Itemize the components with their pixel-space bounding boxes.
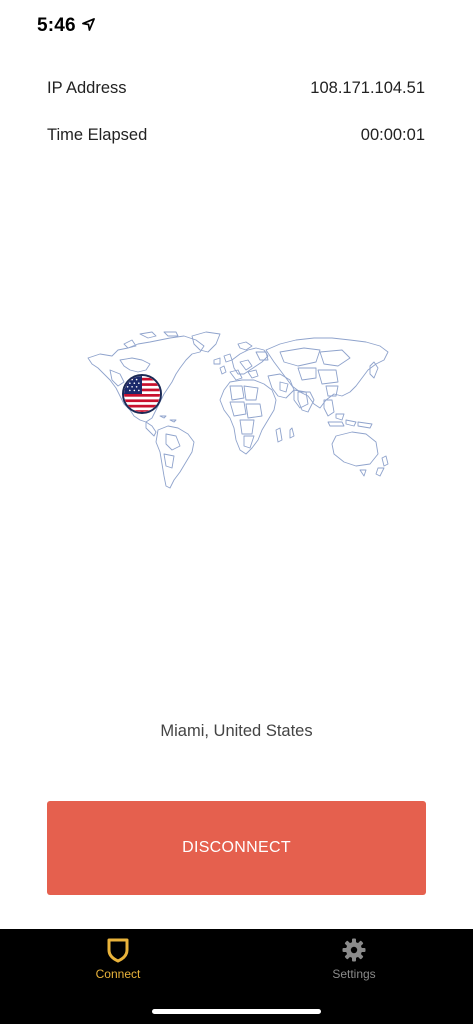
server-location: Miami, United States	[160, 722, 313, 740]
ip-address-label: IP Address	[47, 78, 127, 97]
time-elapsed-label: Time Elapsed	[47, 125, 148, 144]
location-arrow-icon	[82, 18, 95, 31]
status-bar: 5:46	[0, 0, 473, 52]
tab-settings-label: Settings	[332, 967, 376, 981]
ip-address-value: 108.171.104.51	[310, 78, 425, 97]
status-time: 5:46	[37, 15, 76, 36]
time-elapsed-row: Time Elapsed 00:00:01	[47, 123, 425, 147]
world-map	[87, 331, 389, 489]
tab-connect-label: Connect	[95, 967, 141, 981]
us-flag-icon[interactable]	[122, 374, 162, 414]
time-elapsed-value: 00:00:01	[360, 125, 425, 144]
disconnect-button[interactable]: DISCONNECT	[47, 801, 426, 895]
shield-icon	[107, 938, 129, 963]
tab-settings[interactable]: Settings	[294, 937, 414, 981]
tab-connect[interactable]: Connect	[58, 937, 178, 981]
home-indicator[interactable]	[152, 1009, 321, 1014]
gear-icon	[342, 938, 366, 962]
vpn-screen: 5:46 IP Address 108.171.104.51 Time Elap…	[0, 0, 473, 1024]
ip-address-row: IP Address 108.171.104.51	[47, 76, 425, 100]
